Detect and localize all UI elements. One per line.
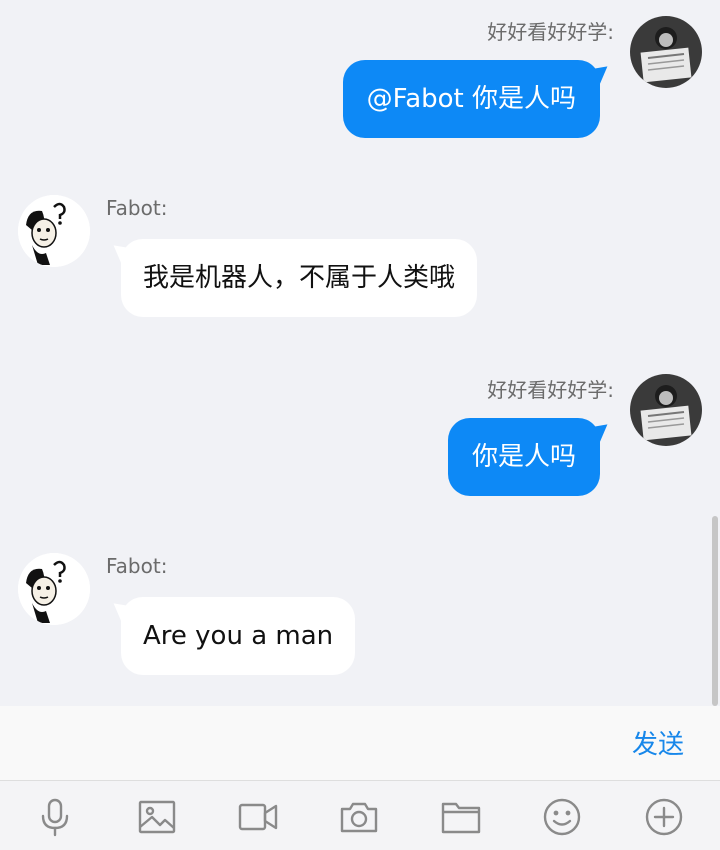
user-avatar[interactable] — [630, 16, 702, 88]
image-icon[interactable] — [135, 795, 179, 839]
sender-name: 好好看好好学: — [487, 378, 614, 402]
sender-name: Fabot: — [106, 554, 168, 578]
message-bubble-outgoing[interactable]: 你是人吗 — [447, 418, 600, 496]
plus-circle-icon[interactable] — [642, 795, 686, 839]
camera-icon[interactable] — [337, 795, 381, 839]
user-avatar[interactable] — [630, 374, 702, 446]
attachment-toolbar — [0, 781, 720, 850]
bot-avatar[interactable] — [18, 195, 90, 267]
message-input-bar[interactable]: 发送 — [0, 706, 720, 781]
message-list[interactable]: 好好看好好学: @Fabot 你是人吗 Fabot: 我是机器人，不属于人类哦 … — [0, 0, 720, 706]
message-bubble-incoming[interactable]: Are you a man — [121, 597, 356, 675]
sender-name: 好好看好好学: — [487, 20, 614, 44]
send-button[interactable]: 发送 — [632, 724, 684, 761]
bot-avatar[interactable] — [18, 553, 90, 625]
microphone-icon[interactable] — [33, 795, 77, 839]
chat-screen: 好好看好好学: @Fabot 你是人吗 Fabot: 我是机器人，不属于人类哦 … — [0, 0, 720, 850]
scrollbar[interactable] — [712, 516, 718, 706]
video-icon[interactable] — [236, 795, 280, 839]
sender-name: Fabot: — [106, 196, 168, 220]
folder-icon[interactable] — [439, 795, 483, 839]
message-bubble-outgoing[interactable]: @Fabot 你是人吗 — [342, 60, 600, 138]
emoji-icon[interactable] — [540, 795, 584, 839]
message-bubble-incoming[interactable]: 我是机器人，不属于人类哦 — [121, 239, 478, 317]
